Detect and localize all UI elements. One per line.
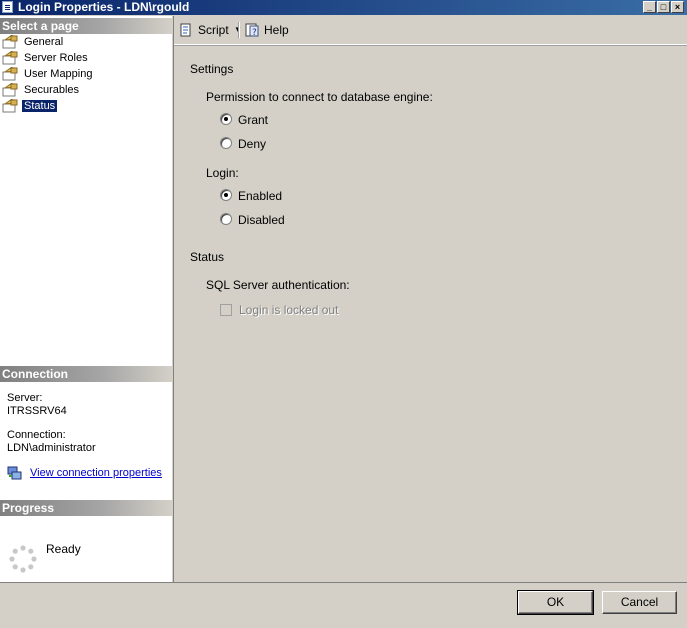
- page-settings-icon: [2, 99, 18, 113]
- page-item-server-roles[interactable]: Server Roles: [0, 50, 94, 66]
- maximize-button[interactable]: □: [657, 1, 670, 13]
- connection-value: LDN\administrator: [7, 442, 96, 454]
- grant-radio[interactable]: [220, 113, 232, 125]
- disabled-radio[interactable]: [220, 213, 232, 225]
- svg-text:?: ?: [252, 28, 257, 38]
- help-button[interactable]: ? Help: [244, 21, 290, 39]
- select-page-header: Select a page: [0, 18, 172, 34]
- page-settings-icon: [2, 67, 18, 81]
- login-label: Login:: [206, 166, 239, 180]
- page-settings-icon: [2, 83, 18, 97]
- help-label: Help: [264, 23, 289, 37]
- settings-header: Settings: [190, 62, 234, 76]
- connection-properties-icon: [7, 466, 22, 480]
- server-value: ITRSSRV64: [7, 405, 67, 417]
- page-list: General Server Roles User Mapping Secura…: [0, 34, 94, 114]
- progress-spinner-icon: [9, 545, 37, 573]
- close-button[interactable]: ×: [671, 1, 684, 13]
- deny-radio[interactable]: [220, 137, 232, 149]
- page-item-label: Status: [22, 100, 58, 112]
- content-pane: Script ▼ ? Help Settings Permission to c…: [173, 16, 687, 582]
- deny-label[interactable]: Deny: [238, 137, 266, 151]
- page-item-general[interactable]: General: [0, 34, 94, 50]
- enabled-label[interactable]: Enabled: [238, 189, 282, 203]
- left-pane: Select a page General Server Roles User …: [0, 16, 172, 582]
- progress-status: Ready: [46, 542, 81, 556]
- page-item-user-mapping[interactable]: User Mapping: [0, 66, 94, 82]
- script-label: Script: [198, 23, 229, 37]
- page-item-label: Securables: [24, 84, 80, 96]
- cancel-button[interactable]: Cancel: [602, 591, 677, 614]
- locked-out-label: Login is locked out: [239, 303, 339, 317]
- toolbar-separator: [238, 22, 240, 38]
- ok-button[interactable]: OK: [517, 590, 594, 615]
- connection-header: Connection: [0, 366, 172, 382]
- script-icon: [180, 23, 191, 37]
- toolbar: Script ▼ ? Help: [174, 16, 687, 45]
- page-item-label: User Mapping: [24, 68, 93, 80]
- page-settings-icon: [2, 35, 18, 49]
- title-bar[interactable]: Login Properties - LDN\rgould _ □ ×: [0, 0, 687, 15]
- progress-header: Progress: [0, 500, 172, 516]
- disabled-label[interactable]: Disabled: [238, 213, 285, 227]
- dialog-button-bar: OK Cancel: [0, 582, 687, 628]
- status-header: Status: [190, 250, 225, 264]
- grant-label[interactable]: Grant: [238, 113, 268, 127]
- enabled-radio[interactable]: [220, 189, 232, 201]
- permission-label: Permission to connect to database engine…: [206, 90, 433, 104]
- page-item-status[interactable]: Status: [0, 98, 94, 114]
- locked-out-checkbox[interactable]: [220, 304, 232, 316]
- sql-auth-label: SQL Server authentication:: [206, 278, 350, 292]
- script-button[interactable]: Script ▼: [178, 21, 242, 39]
- help-icon: ?: [245, 23, 259, 38]
- minimize-button[interactable]: _: [643, 1, 656, 13]
- window-title: Login Properties - LDN\rgould: [18, 0, 190, 14]
- window-controls: _ □ ×: [643, 1, 684, 13]
- page-item-label: Server Roles: [24, 52, 88, 64]
- document-icon: [2, 1, 13, 13]
- page-settings-icon: [2, 51, 18, 65]
- page-item-securables[interactable]: Securables: [0, 82, 94, 98]
- connection-label: Connection:: [7, 429, 66, 441]
- page-item-label: General: [24, 36, 64, 48]
- view-connection-properties-link[interactable]: View connection properties: [30, 465, 162, 481]
- server-label: Server:: [7, 392, 43, 404]
